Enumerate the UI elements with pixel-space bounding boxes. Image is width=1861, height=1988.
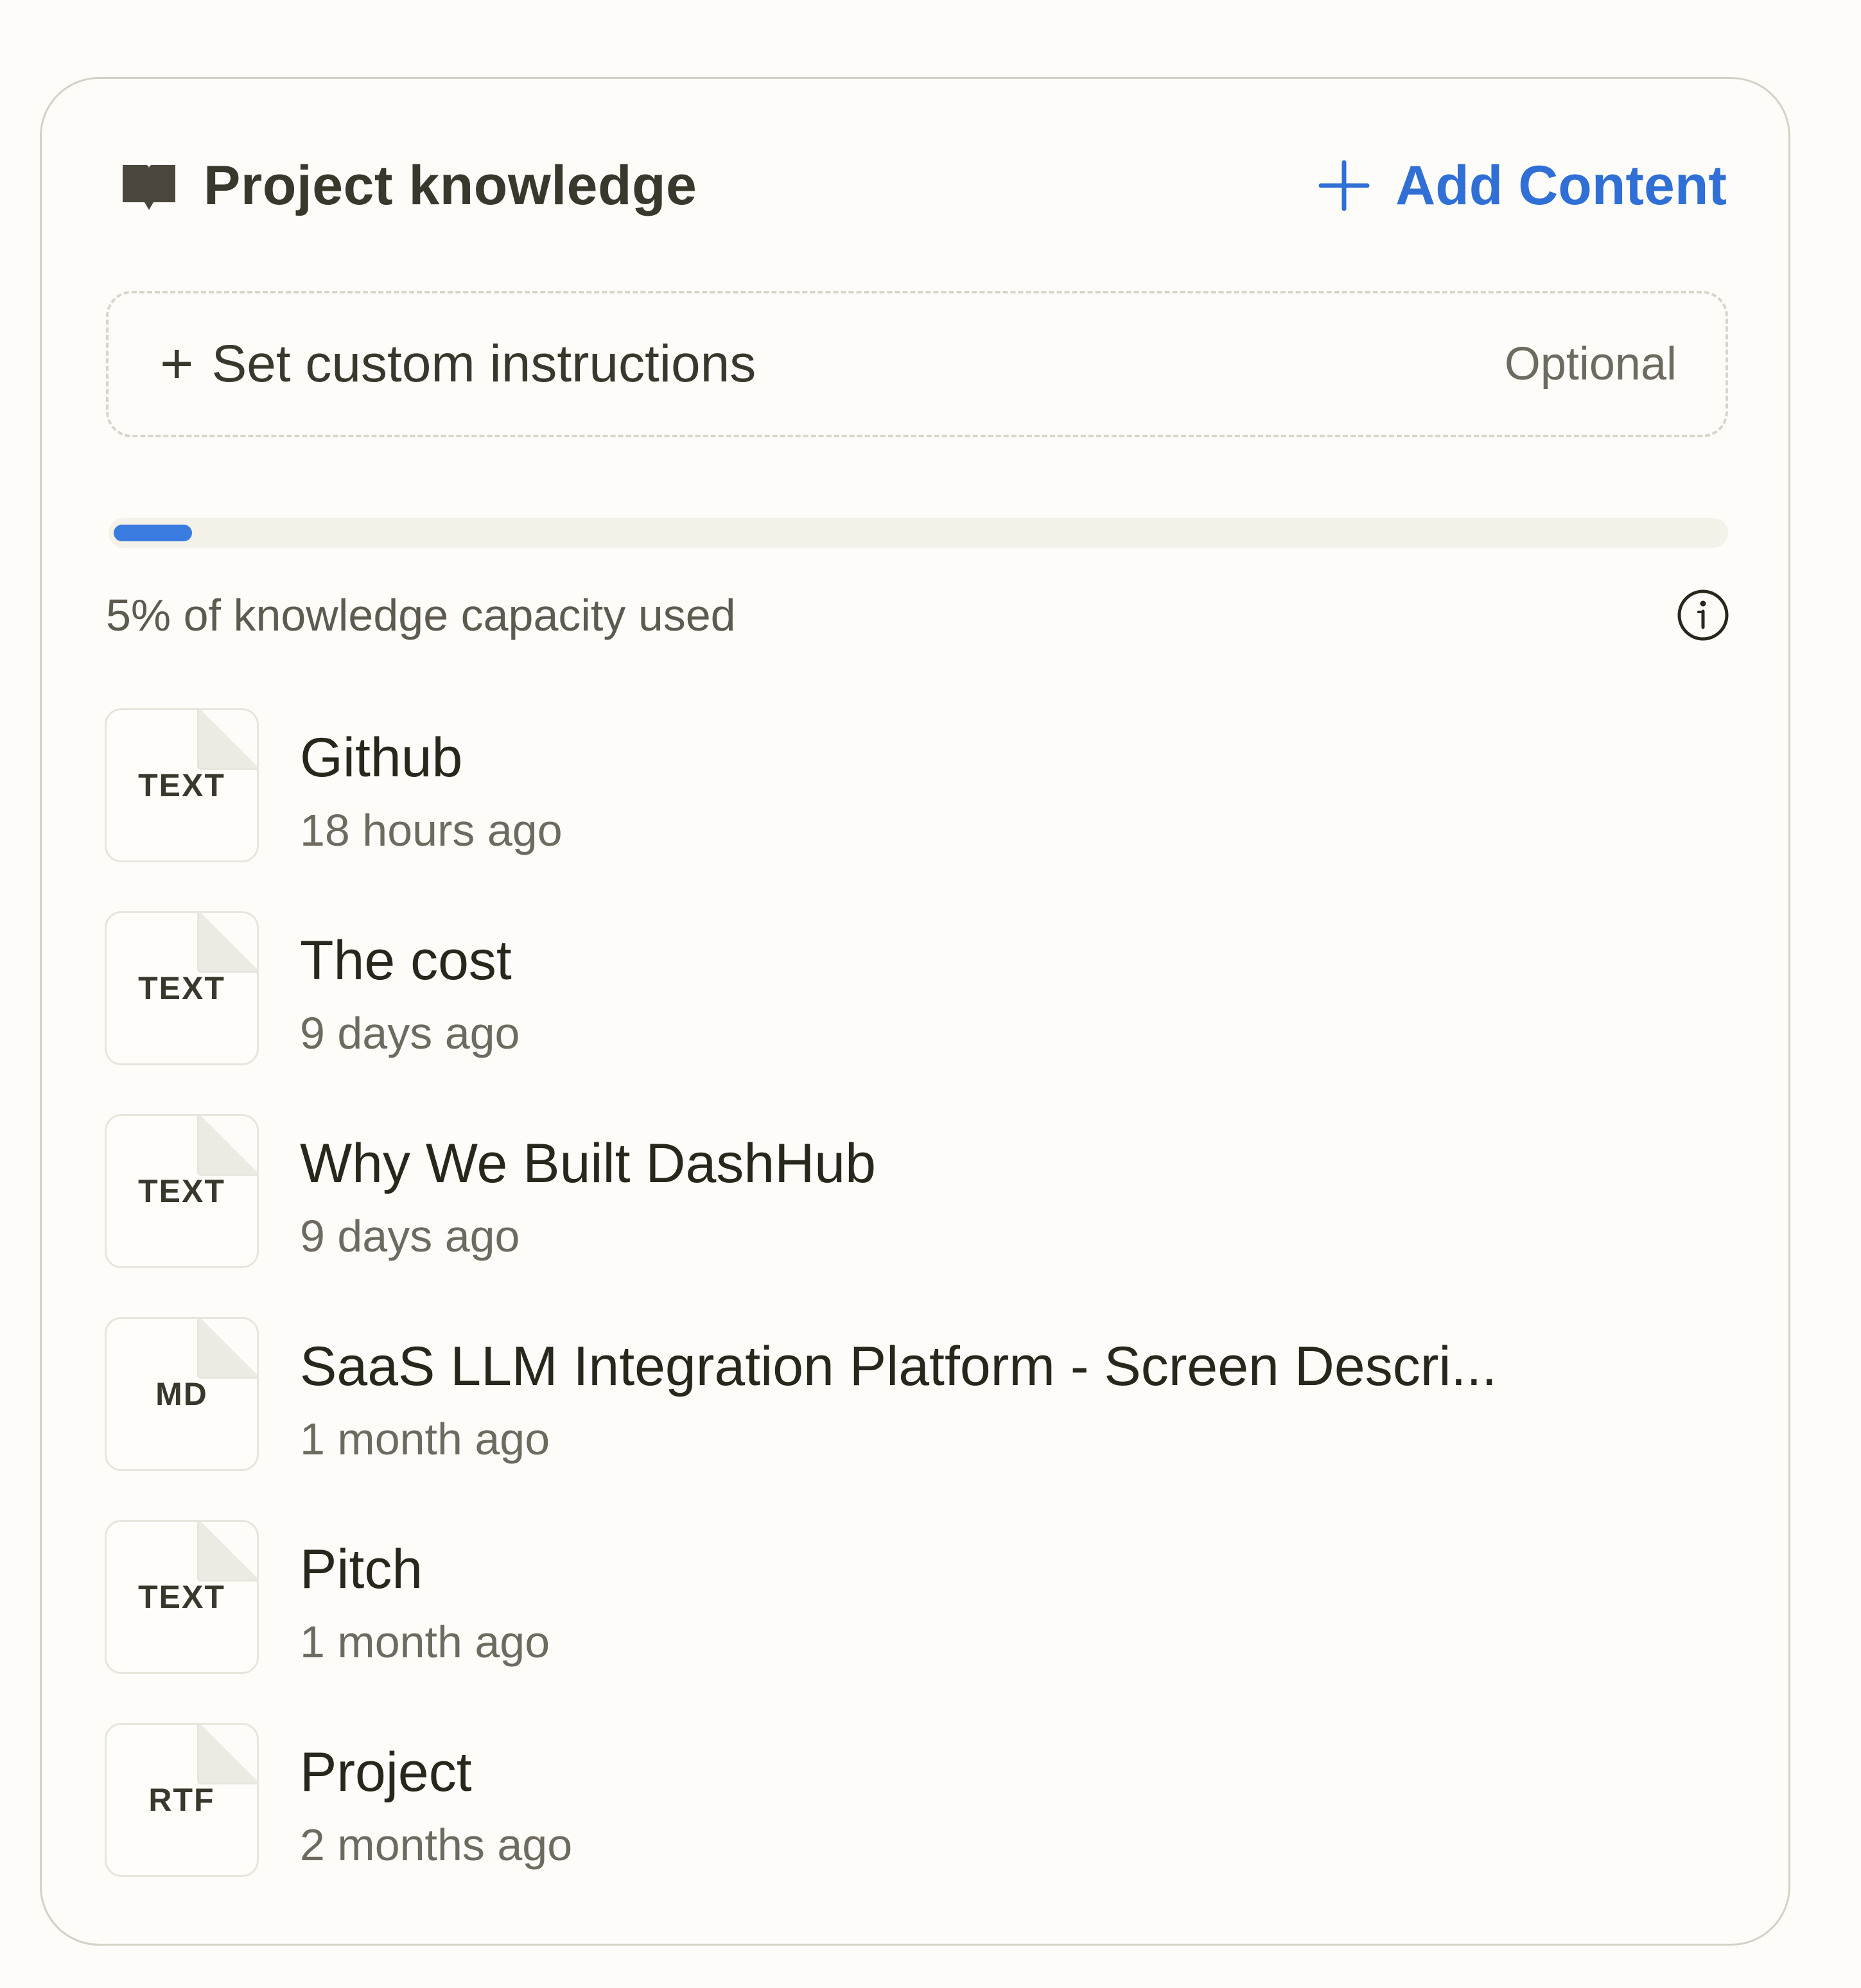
add-content-label: Add Content [1395,154,1727,216]
book-open-icon [120,160,178,211]
page-fold [197,1319,257,1379]
file-icon: TEXT [105,911,259,1065]
file-timestamp: 9 days ago [300,1008,520,1058]
file-type-label: TEXT [138,1579,225,1615]
file-icon: TEXT [105,1520,259,1674]
file-type-label: RTF [148,1782,215,1818]
set-custom-instructions-button[interactable]: + Set custom instructions Optional [106,291,1728,437]
file-timestamp: 9 days ago [300,1211,520,1261]
page-fold [197,1522,257,1582]
add-content-button[interactable]: Add Content [1318,154,1727,218]
file-name: SaaS LLM Integration Platform - Screen D… [300,1336,1498,1397]
page-title: Project knowledge [204,154,697,216]
plus-icon: + [160,332,194,396]
header-title-group: Project knowledge [120,154,697,218]
instructions-label: Set custom instructions [211,335,756,393]
file-name: Github [300,727,463,789]
capacity-text: 5% of knowledge capacity used [106,590,736,640]
file-timestamp: 1 month ago [300,1617,550,1667]
file-icon: TEXT [105,708,259,862]
project-knowledge-panel: Project knowledge Add Content + Set cust… [40,77,1790,1946]
instructions-label-group: + Set custom instructions [160,334,756,394]
file-icon: RTF [105,1723,259,1877]
file-info: Pitch 1 month ago [300,1520,550,1674]
file-item[interactable]: RTF Project 2 months ago [105,1723,1729,1926]
file-info: Github 18 hours ago [300,708,563,862]
file-list: TEXT Github 18 hours ago TEXT The cost 9… [105,708,1729,1926]
file-info: Why We Built DashHub 9 days ago [300,1114,876,1268]
file-item[interactable]: TEXT Github 18 hours ago [105,708,1729,911]
page-fold [197,913,257,973]
page-fold [197,1116,257,1176]
file-info: SaaS LLM Integration Platform - Screen D… [300,1317,1497,1471]
capacity-progress-fill [114,525,193,541]
file-name: Pitch [300,1539,423,1600]
capacity-progress-bar [109,518,1728,548]
file-type-label: TEXT [138,767,225,803]
file-timestamp: 1 month ago [300,1414,550,1464]
file-name: Why We Built DashHub [300,1133,876,1194]
plus-icon [1318,160,1370,211]
file-timestamp: 18 hours ago [300,805,563,855]
file-type-label: TEXT [138,970,225,1006]
file-timestamp: 2 months ago [300,1820,573,1870]
info-icon[interactable] [1675,588,1731,643]
capacity-row: 5% of knowledge capacity used [106,580,1731,650]
file-type-label: TEXT [138,1173,225,1209]
file-item[interactable]: TEXT The cost 9 days ago [105,911,1729,1114]
file-name: The cost [300,930,512,991]
optional-label: Optional [1504,338,1677,390]
file-name: Project [300,1741,472,1803]
file-item[interactable]: TEXT Why We Built DashHub 9 days ago [105,1114,1729,1317]
file-type-label: MD [155,1376,208,1412]
file-item[interactable]: MD SaaS LLM Integration Platform - Scree… [105,1317,1729,1520]
file-info: Project 2 months ago [300,1723,572,1877]
panel-header: Project knowledge Add Content [120,147,1727,224]
page-fold [197,1725,257,1784]
file-item[interactable]: TEXT Pitch 1 month ago [105,1520,1729,1723]
page-fold [197,710,257,770]
file-icon: TEXT [105,1114,259,1268]
file-info: The cost 9 days ago [300,911,520,1065]
file-icon: MD [105,1317,259,1471]
